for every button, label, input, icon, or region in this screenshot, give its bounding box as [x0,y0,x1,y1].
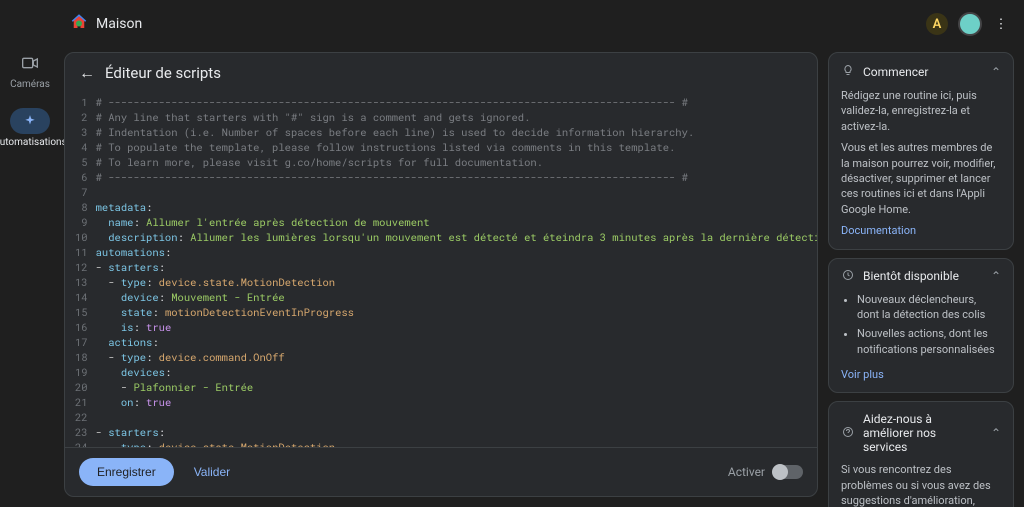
toggle-switch-icon[interactable] [773,465,803,479]
nav-automations[interactable]: Automatisations [0,108,67,148]
activate-toggle[interactable]: Activer [728,465,803,479]
card-get-started-p2: Vous et les autres membres de la maison … [841,140,1001,217]
card-feedback-p1: Si vous rencontrez des problèmes ou si v… [841,462,1001,507]
sparkle-icon [10,108,50,134]
topbar: Maison A ⋮ [0,0,1024,48]
back-arrow-icon[interactable]: ← [79,63,95,83]
clock-icon [841,269,855,284]
code-editor[interactable]: 1234567891011121314151617181920212223242… [65,93,817,447]
right-column: Commencer ⌃ Rédigez une routine ici, pui… [828,52,1014,497]
editor-pane: ← Éditeur de scripts 1234567891011121314… [64,52,818,497]
lightbulb-icon [841,63,855,80]
chevron-up-icon: ⌃ [991,426,1001,440]
card-feedback-title: Aidez-nous à améliorer nos services [863,412,983,454]
card-feedback: Aidez-nous à améliorer nos services ⌃ Si… [828,401,1014,507]
coming-soon-item: Nouveaux déclencheurs, dont la détection… [857,292,1001,323]
card-coming-soon-header[interactable]: Bientôt disponible ⌃ [841,269,1001,284]
card-get-started-header[interactable]: Commencer ⌃ [841,63,1001,80]
card-coming-soon-title: Bientôt disponible [863,269,983,283]
save-button[interactable]: Enregistrer [79,458,174,486]
chevron-up-icon: ⌃ [991,65,1001,79]
code-content[interactable]: # --------------------------------------… [96,95,817,441]
home-logo-icon [70,13,88,35]
chevron-up-icon: ⌃ [991,269,1001,283]
editor-footer: Enregistrer Valider Activer [65,447,817,496]
card-feedback-header[interactable]: Aidez-nous à améliorer nos services ⌃ [841,412,1001,454]
activate-label: Activer [728,465,765,479]
card-coming-soon: Bientôt disponible ⌃ Nouveaux déclencheu… [828,258,1014,394]
left-nav: Caméras Automatisations [0,48,60,507]
workspace-title: Maison [96,16,142,32]
pane-header: ← Éditeur de scripts [65,53,817,93]
avatar[interactable] [958,12,982,36]
nav-cameras[interactable]: Caméras [10,50,50,90]
see-more-link[interactable]: Voir plus [841,367,884,382]
help-icon [841,426,855,441]
coming-soon-item: Nouvelles actions, dont les notification… [857,326,1001,357]
camera-icon [10,50,50,76]
pane-title: Éditeur de scripts [105,64,221,82]
nav-cameras-label: Caméras [10,79,50,90]
card-get-started: Commencer ⌃ Rédigez une routine ici, pui… [828,52,1014,250]
line-number-gutter: 1234567891011121314151617181920212223242… [65,95,96,441]
card-get-started-title: Commencer [863,65,983,79]
documentation-link[interactable]: Documentation [841,224,916,237]
nav-automations-label: Automatisations [0,137,67,148]
warning-badge-icon[interactable]: A [926,13,948,35]
card-get-started-p1: Rédigez une routine ici, puis validez-la… [841,88,1001,134]
more-menu-icon[interactable]: ⋮ [992,17,1010,32]
validate-button[interactable]: Valider [184,459,240,485]
